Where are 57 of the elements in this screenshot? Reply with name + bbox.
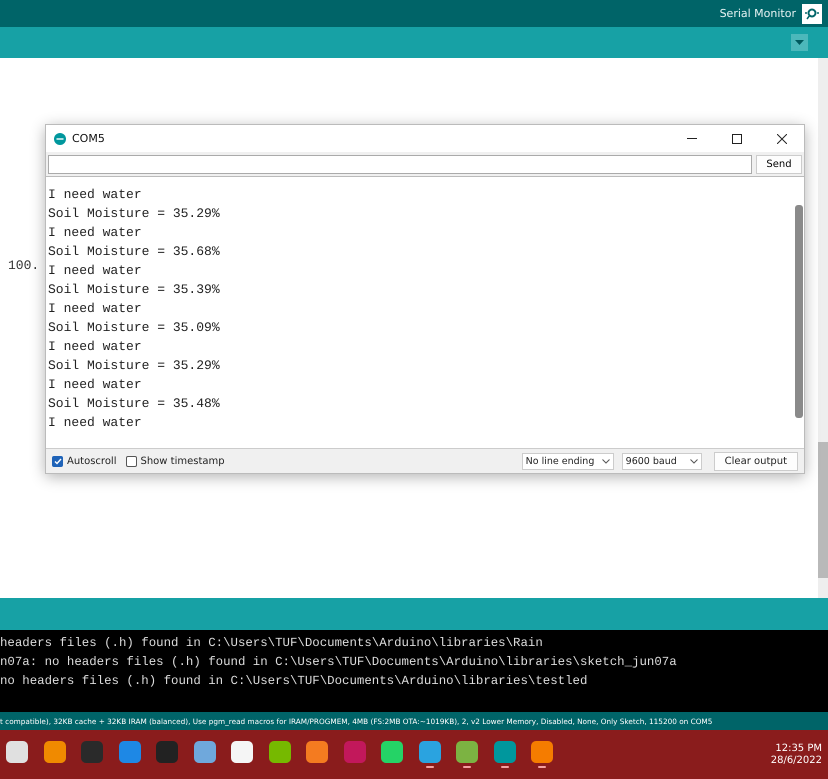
output-line: Soil Moisture = 35.29%: [48, 205, 221, 223]
output-line: I need water: [48, 376, 143, 394]
output-line: I need water: [48, 186, 143, 204]
app-tile-icon[interactable]: [268, 741, 290, 763]
output-line: Soil Moisture = 35.39%: [48, 281, 221, 299]
output-line: I need water: [48, 224, 143, 242]
minimize-icon: [686, 138, 696, 139]
checkbox-label: Show timestamp: [140, 456, 225, 466]
app-tile-icon[interactable]: [531, 741, 553, 763]
output-line: Soil Moisture = 35.48%: [48, 395, 221, 413]
line-ending-dropdown[interactable]: No line ending: [522, 452, 614, 470]
output-line: I need water: [48, 262, 143, 280]
app-tile-icon[interactable]: [456, 741, 478, 763]
output-line: Soil Moisture = 35.09%: [48, 319, 221, 337]
app-tile-icon[interactable]: [156, 741, 178, 763]
caret-icon: [690, 458, 698, 464]
caret-icon: [602, 458, 610, 464]
header-title: Serial Monitor: [720, 7, 796, 20]
output-line: I need water: [48, 338, 143, 356]
timestamp-checkbox[interactable]: [126, 456, 136, 466]
app-tile-icon[interactable]: [231, 741, 253, 763]
app-tile-icon[interactable]: [494, 741, 516, 763]
search-icon: [805, 6, 819, 20]
clock-time: 12:35 PM: [775, 742, 822, 754]
checkbox-label: Autoscroll: [67, 456, 116, 466]
app-tile-icon[interactable]: [306, 741, 328, 763]
app-logo-icon: [54, 132, 66, 144]
app-tile-icon[interactable]: [118, 741, 140, 763]
app-tile-icon[interactable]: [194, 741, 216, 763]
triangle-icon: [795, 40, 804, 45]
output-line: I need water: [48, 300, 143, 318]
output-line: Soil Moisture = 35.68%: [48, 243, 221, 261]
code-text: 100.: [8, 258, 40, 273]
app-tile-icon[interactable]: [344, 741, 366, 763]
message-input-field[interactable]: [48, 155, 752, 174]
serial-monitor-button[interactable]: [802, 4, 822, 24]
close-icon: [776, 134, 786, 144]
autoscroll-checkbox[interactable]: [52, 456, 63, 466]
app-tile-icon[interactable]: [381, 741, 403, 763]
clock-date: 28/6/2022: [770, 754, 822, 766]
scrollbar-thumb[interactable]: [795, 205, 803, 418]
console-line: no headers files (.h) found in C:\Users\TUF\Documents\Arduino\libraries\testled: [0, 673, 588, 690]
console-line: n07a: no headers files (.h) found in C:\Users\TUF\Documents\Arduino\libraries\sketch_jun07a: [0, 654, 678, 671]
app-tile-icon[interactable]: [44, 741, 66, 763]
app-tile-icon[interactable]: [6, 741, 28, 763]
app-tile-icon[interactable]: [418, 741, 440, 763]
output-line: Soil Moisture = 35.29%: [48, 357, 221, 375]
maximize-icon: [732, 134, 742, 144]
send-button[interactable]: Send: [756, 155, 802, 174]
window-title: COM5: [72, 132, 105, 145]
scrollbar-thumb[interactable]: [818, 442, 828, 578]
app-tile-icon[interactable]: [81, 741, 103, 763]
console-line: headers files (.h) found in C:\Users\TUF\Documents\Arduino\libraries\Rain: [0, 635, 544, 652]
baud-rate-dropdown[interactable]: 9600 baud: [622, 452, 702, 470]
clear-output-button[interactable]: Clear output: [714, 452, 798, 470]
output-line: I need water: [48, 414, 143, 432]
tab-menu-button[interactable]: [791, 34, 808, 51]
